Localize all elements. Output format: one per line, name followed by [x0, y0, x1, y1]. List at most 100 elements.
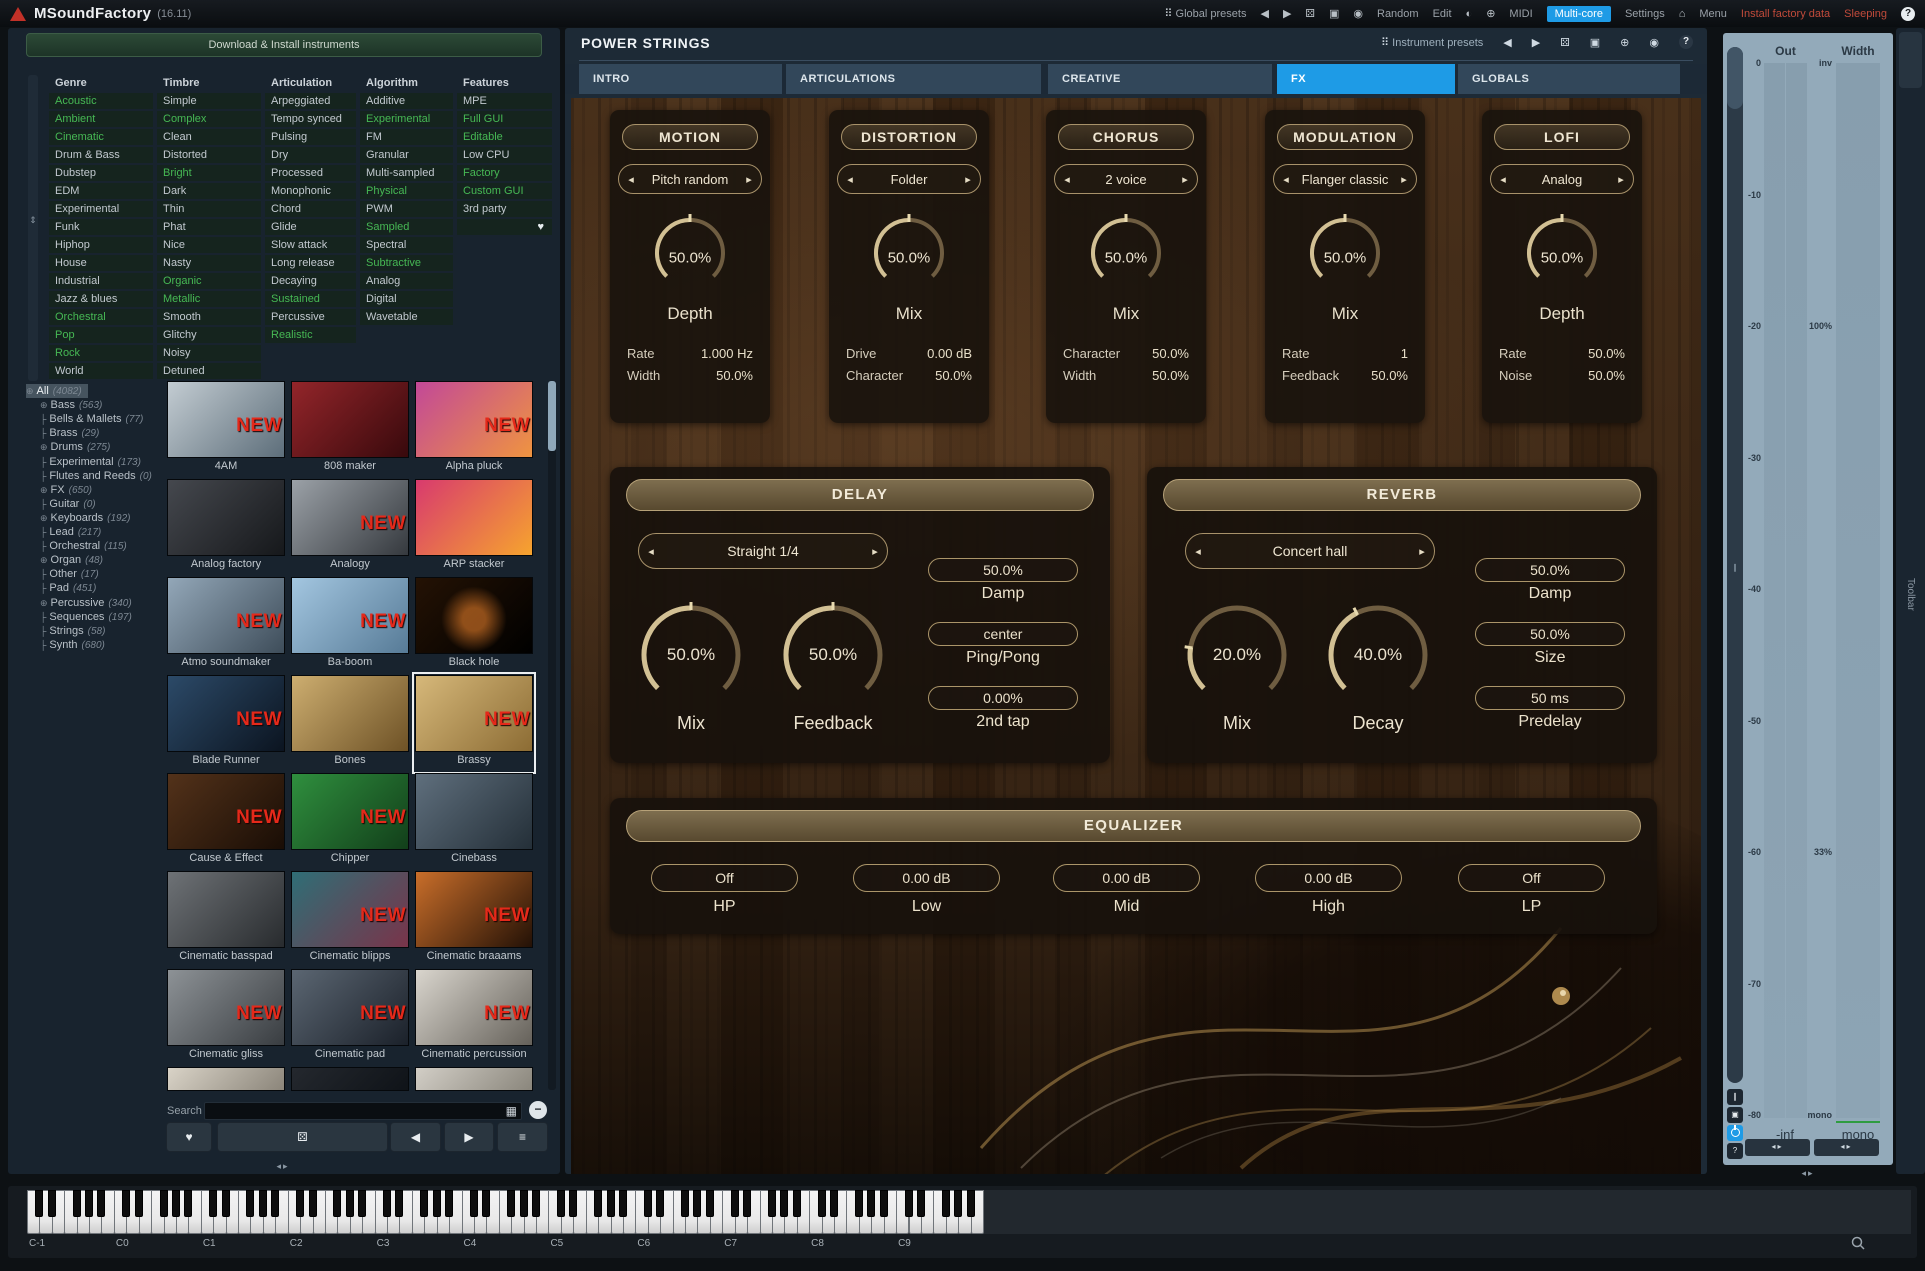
tree-item-bass[interactable]: ⊕Bass(563): [40, 398, 102, 412]
black-key[interactable]: [594, 1190, 602, 1217]
black-key[interactable]: [259, 1190, 267, 1217]
chevron-left-icon[interactable]: ◂: [1274, 173, 1298, 186]
filter-item-additive[interactable]: Additive: [360, 93, 453, 109]
param-value-box-size[interactable]: 50.0%: [1475, 622, 1625, 646]
random-icon[interactable]: ⚄: [1560, 36, 1570, 49]
black-key[interactable]: [569, 1190, 577, 1217]
tree-item-synth[interactable]: ├Synth(680): [40, 638, 105, 652]
fx-param-row[interactable]: Character50.0%: [1063, 346, 1189, 361]
tree-expand-icon[interactable]: ⊕: [26, 386, 34, 396]
filter-item-analog[interactable]: Analog: [360, 273, 453, 289]
browser-menu-button[interactable]: ≡: [497, 1122, 548, 1152]
filter-item-funk[interactable]: Funk: [49, 219, 153, 235]
param-value[interactable]: 50.0%: [1152, 368, 1189, 383]
filter-item-acoustic[interactable]: Acoustic: [49, 93, 153, 109]
filter-item-chord[interactable]: Chord: [265, 201, 356, 217]
param-value-box-2nd-tap[interactable]: 0.00%: [928, 686, 1078, 710]
tree-item-lead[interactable]: ├Lead(217): [40, 525, 101, 539]
random-button[interactable]: Random: [1377, 8, 1419, 20]
grid-scrollbar-thumb[interactable]: [548, 381, 556, 451]
power-button[interactable]: [1727, 1125, 1743, 1141]
menu-button[interactable]: Menu: [1699, 8, 1727, 20]
filter-item-slow-attack[interactable]: Slow attack: [265, 237, 356, 253]
param-value[interactable]: 50.0%: [1588, 346, 1625, 361]
save-icon[interactable]: ▣: [1329, 7, 1339, 20]
panel-resize-handle[interactable]: ◂▸: [263, 1161, 303, 1172]
edit-button[interactable]: Edit: [1433, 8, 1452, 20]
tree-item-other[interactable]: ├Other(17): [40, 567, 99, 581]
keyboard-zoom-icon[interactable]: [1851, 1236, 1865, 1255]
fx-card-header[interactable]: CHORUS: [1058, 124, 1194, 150]
black-key[interactable]: [905, 1190, 913, 1217]
sleeping-status[interactable]: Sleeping: [1844, 8, 1887, 20]
black-key[interactable]: [271, 1190, 279, 1217]
instrument-tile-arp-stacker[interactable]: ARP stacker: [415, 479, 533, 575]
filter-item-distorted[interactable]: Distorted: [157, 147, 261, 163]
black-key[interactable]: [172, 1190, 180, 1217]
tree-item-all[interactable]: ⊕All(4082): [26, 384, 88, 398]
filter-scrollbar[interactable]: ⇕: [28, 75, 38, 381]
filter-item-fm[interactable]: FM: [360, 129, 453, 145]
black-key[interactable]: [395, 1190, 403, 1217]
chevron-left-icon[interactable]: ◂: [838, 173, 862, 186]
section-preset-selector[interactable]: ◂Concert hall▸: [1185, 533, 1435, 569]
black-key[interactable]: [693, 1190, 701, 1217]
eq-band-value-low[interactable]: 0.00 dB: [853, 864, 1000, 892]
instrument-tile-partial[interactable]: [291, 1067, 409, 1091]
instrument-tile-808-maker[interactable]: 808 maker: [291, 381, 409, 477]
knob-depth[interactable]: 50.0%: [1482, 210, 1642, 306]
eq-band-value-high[interactable]: 0.00 dB: [1255, 864, 1402, 892]
filter-item-low-cpu[interactable]: Low CPU: [457, 147, 552, 163]
chevron-right-icon[interactable]: ▸: [863, 545, 887, 558]
filter-item-custom-gui[interactable]: Custom GUI: [457, 183, 552, 199]
tab-creative[interactable]: CREATIVE: [1048, 64, 1272, 94]
filter-item-rock[interactable]: Rock: [49, 345, 153, 361]
out-meter-options-button[interactable]: ◂▸: [1745, 1139, 1810, 1156]
knob-mix[interactable]: 50.0%: [1046, 210, 1206, 306]
filter-item-monophonic[interactable]: Monophonic: [265, 183, 356, 199]
instrument-tile-cinematic-basspad[interactable]: Cinematic basspad: [167, 871, 285, 967]
black-key[interactable]: [246, 1190, 254, 1217]
filter-item-thin[interactable]: Thin: [157, 201, 261, 217]
black-key[interactable]: [122, 1190, 130, 1217]
param-value[interactable]: 0.00 dB: [927, 346, 972, 361]
meter-help-button[interactable]: ?: [1727, 1143, 1743, 1159]
black-key[interactable]: [160, 1190, 168, 1217]
black-key[interactable]: [85, 1190, 93, 1217]
eq-band-value-hp[interactable]: Off: [651, 864, 798, 892]
fx-preset-selector[interactable]: ◂Flanger classic▸: [1273, 164, 1417, 194]
add-icon[interactable]: ⊕: [1620, 36, 1629, 49]
eye-icon[interactable]: ◉: [1649, 36, 1659, 49]
previous-preset-icon[interactable]: ◀: [1260, 7, 1268, 20]
instrument-tile-partial[interactable]: [167, 1067, 285, 1091]
fx-preset-selector[interactable]: ◂Analog▸: [1490, 164, 1634, 194]
black-key[interactable]: [296, 1190, 304, 1217]
knob-mix[interactable]: 50.0%: [634, 598, 748, 712]
knob-mix[interactable]: 50.0%: [829, 210, 989, 306]
width-meter-options-button[interactable]: ◂▸: [1814, 1139, 1879, 1156]
tree-expand-icon[interactable]: ⊕: [40, 513, 48, 523]
fx-param-row[interactable]: Width50.0%: [627, 368, 753, 383]
black-key[interactable]: [880, 1190, 888, 1217]
chevron-right-icon[interactable]: ▸: [737, 173, 761, 186]
instrument-tile-analog-factory[interactable]: Analog factory: [167, 479, 285, 575]
param-value-box-damp[interactable]: 50.0%: [1475, 558, 1625, 582]
filter-item-digital[interactable]: Digital: [360, 291, 453, 307]
black-key[interactable]: [780, 1190, 788, 1217]
black-key[interactable]: [35, 1190, 43, 1217]
instrument-tile-blade-runner[interactable]: Blade RunnerNEW: [167, 675, 285, 771]
instrument-tile-analogy[interactable]: AnalogyNEW: [291, 479, 409, 575]
chevron-left-icon[interactable]: ◂: [1491, 173, 1515, 186]
filter-item-orchestral[interactable]: Orchestral: [49, 309, 153, 325]
filter-item-simple[interactable]: Simple: [157, 93, 261, 109]
filter-item-pop[interactable]: Pop: [49, 327, 153, 343]
section-preset-selector[interactable]: ◂Straight 1/4▸: [638, 533, 888, 569]
black-key[interactable]: [557, 1190, 565, 1217]
filter-item-arpeggiated[interactable]: Arpeggiated: [265, 93, 356, 109]
filter-item-factory[interactable]: Factory: [457, 165, 552, 181]
meter-zoom-slider[interactable]: ∥: [1727, 47, 1743, 1083]
filter-item-long-release[interactable]: Long release: [265, 255, 356, 271]
instrument-presets-button[interactable]: ⠿ Instrument presets: [1381, 36, 1483, 49]
web-icon[interactable]: ⊕: [1486, 7, 1495, 20]
globe-icon[interactable]: ◉: [1353, 7, 1363, 20]
